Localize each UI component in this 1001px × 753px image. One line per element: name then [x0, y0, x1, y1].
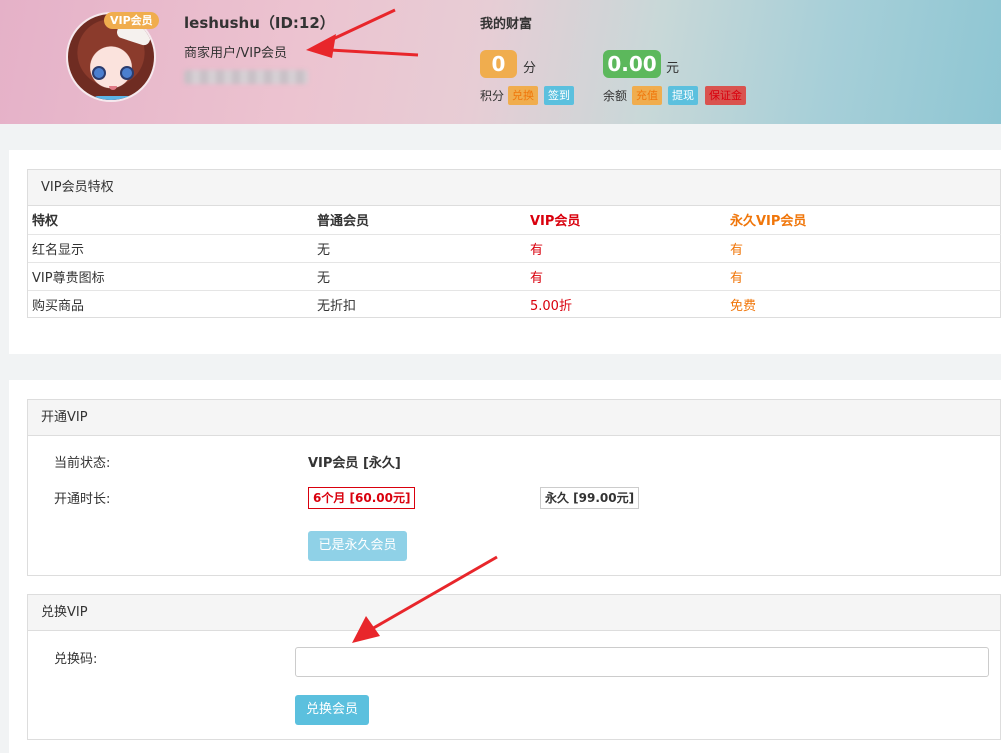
points-value: 0	[480, 50, 517, 78]
cell-forever-vip: 免费	[730, 298, 757, 314]
cell-forever-vip: 有	[726, 234, 1001, 263]
balance-unit: 元	[666, 61, 680, 76]
avatar-eye-right	[120, 66, 134, 80]
user-type: 商家用户/VIP会员	[184, 46, 287, 61]
exchange-button[interactable]: 兑换	[508, 86, 538, 105]
cell-vip: 有	[526, 262, 726, 291]
user-header: VIP会员 leshushu（ID:12） 商家用户/VIP会员 我的财富 0 …	[0, 0, 1001, 124]
duration-option-6-months[interactable]: 6个月 [60.00元]	[308, 487, 416, 509]
wealth-title: 我的财富	[480, 17, 533, 32]
avatar-collar	[92, 96, 134, 100]
redeem-code-label: 兑换码:	[54, 652, 98, 667]
header-forever-vip: 永久VIP会员	[726, 206, 1001, 235]
checkin-button[interactable]: 签到	[544, 86, 574, 105]
deposit-button[interactable]: 保证金	[705, 86, 746, 105]
duration-option-forever[interactable]: 永久 [99.00元]	[540, 487, 640, 509]
avatar-eye-left	[92, 66, 106, 80]
recharge-button[interactable]: 充值	[632, 86, 662, 105]
already-forever-button[interactable]: 已是永久会员	[308, 531, 407, 561]
duration-label: 开通时长:	[54, 492, 111, 507]
header-vip: VIP会员	[526, 206, 726, 235]
cell-forever-vip: 有	[726, 262, 1001, 291]
balance-label: 余额	[603, 89, 628, 103]
cell-privilege: VIP尊贵图标	[28, 262, 313, 291]
balance-value: 0.00	[603, 50, 661, 78]
cell-vip: 有	[526, 234, 726, 263]
points-label: 积分	[480, 89, 505, 103]
privileges-panel: VIP会员特权 特权 普通会员 VIP会员 永久VIP会员 红名显示 无 有 有…	[27, 169, 1001, 318]
cell-normal: 无	[313, 234, 526, 263]
blurred-user-info	[184, 70, 308, 84]
table-row: VIP尊贵图标 无 有 有	[28, 262, 1001, 291]
privileges-table: 特权 普通会员 VIP会员 永久VIP会员 红名显示 无 有 有 VIP尊贵图标…	[28, 206, 1001, 318]
header-normal: 普通会员	[313, 206, 526, 235]
avatar-mouth	[109, 86, 117, 90]
table-header-row: 特权 普通会员 VIP会员 永久VIP会员	[28, 206, 1001, 235]
open-vip-title: 开通VIP	[28, 400, 1000, 436]
status-label: 当前状态:	[54, 456, 111, 471]
privileges-title: VIP会员特权	[28, 170, 1000, 206]
table-row: 购买商品 无折扣 5.00折 免费	[28, 290, 1001, 318]
redeem-code-input[interactable]	[295, 647, 989, 677]
cell-privilege: 购买商品	[32, 298, 85, 314]
vip-badge: VIP会员	[104, 12, 159, 29]
points-unit: 分	[523, 61, 537, 76]
redeem-button[interactable]: 兑换会员	[295, 695, 369, 725]
cell-privilege: 红名显示	[28, 234, 313, 263]
cell-normal: 无	[313, 262, 526, 291]
status-value: VIP会员 [永久]	[308, 456, 401, 471]
cell-normal: 无折扣	[317, 298, 357, 314]
username: leshushu（ID:12）	[184, 14, 335, 32]
cell-vip: 5.00折	[530, 298, 572, 314]
table-row: 红名显示 无 有 有	[28, 234, 1001, 263]
redeem-vip-title: 兑换VIP	[28, 595, 1000, 631]
header-privilege: 特权	[28, 206, 313, 235]
withdraw-button[interactable]: 提现	[668, 86, 698, 105]
open-vip-panel: 开通VIP	[27, 399, 1001, 576]
